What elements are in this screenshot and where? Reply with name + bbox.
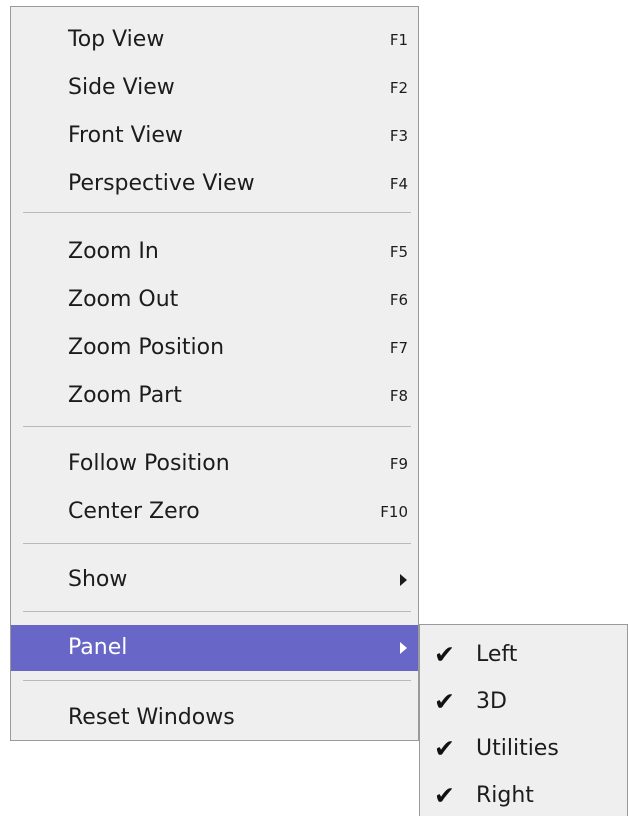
shortcut-label: F1 bbox=[389, 31, 408, 49]
menu-separator bbox=[23, 543, 411, 544]
shortcut-label: F8 bbox=[389, 387, 408, 405]
shortcut-label: F9 bbox=[389, 455, 408, 473]
menu-item-label: Show bbox=[68, 567, 128, 592]
menu-item-label: Side View bbox=[68, 75, 175, 100]
menu-item-label: Perspective View bbox=[68, 171, 255, 196]
checkmark-icon: ✔ bbox=[434, 640, 455, 669]
checkmark-icon: ✔ bbox=[434, 687, 455, 716]
menu-item-label: Top View bbox=[68, 27, 165, 52]
menu-item-label: Zoom Out bbox=[68, 287, 179, 312]
menu-item-side-view[interactable]: Side View F2 bbox=[11, 65, 418, 111]
menu-item-label: Zoom Part bbox=[68, 383, 182, 408]
shortcut-label: F7 bbox=[389, 339, 408, 357]
menu-item-follow-position[interactable]: Follow Position F9 bbox=[11, 441, 418, 487]
view-menu: Top View F1 Side View F2 Front View F3 P… bbox=[10, 6, 419, 741]
shortcut-label: F10 bbox=[380, 503, 408, 521]
menu-separator bbox=[23, 212, 411, 213]
checkmark-icon: ✔ bbox=[434, 734, 455, 763]
submenu-item-label: Utilities bbox=[476, 736, 559, 761]
menu-item-label: Follow Position bbox=[68, 451, 230, 476]
menu-item-reset-windows[interactable]: Reset Windows bbox=[11, 695, 418, 741]
menu-item-label: Zoom In bbox=[68, 239, 159, 264]
menu-item-label: Panel bbox=[68, 635, 128, 660]
shortcut-label: F3 bbox=[389, 127, 408, 145]
checkmark-icon: ✔ bbox=[434, 781, 455, 810]
triangle-right-icon bbox=[400, 574, 407, 586]
submenu-item-utilities[interactable]: ✔ Utilities bbox=[420, 725, 627, 773]
shortcut-label: F2 bbox=[389, 79, 408, 97]
menu-item-label: Reset Windows bbox=[68, 705, 235, 730]
submenu-item-label: Right bbox=[476, 783, 534, 808]
menu-item-zoom-in[interactable]: Zoom In F5 bbox=[11, 229, 418, 275]
submenu-item-right[interactable]: ✔ Right bbox=[420, 772, 627, 820]
menu-separator bbox=[23, 611, 411, 612]
menu-item-label: Center Zero bbox=[68, 499, 200, 524]
shortcut-label: F5 bbox=[389, 243, 408, 261]
panel-submenu: ✔ Left ✔ 3D ✔ Utilities ✔ Right bbox=[419, 624, 628, 816]
triangle-right-icon bbox=[400, 642, 407, 654]
shortcut-label: F4 bbox=[389, 175, 408, 193]
menu-separator bbox=[23, 426, 411, 427]
menu-item-label: Front View bbox=[68, 123, 183, 148]
menu-item-zoom-position[interactable]: Zoom Position F7 bbox=[11, 325, 418, 371]
menu-item-front-view[interactable]: Front View F3 bbox=[11, 113, 418, 159]
submenu-item-left[interactable]: ✔ Left bbox=[420, 631, 627, 679]
submenu-item-3d[interactable]: ✔ 3D bbox=[420, 678, 627, 726]
submenu-item-label: 3D bbox=[476, 689, 507, 714]
menu-item-zoom-out[interactable]: Zoom Out F6 bbox=[11, 277, 418, 323]
shortcut-label: F6 bbox=[389, 291, 408, 309]
menu-item-show[interactable]: Show bbox=[11, 557, 418, 603]
menu-separator bbox=[23, 680, 411, 681]
menu-item-center-zero[interactable]: Center Zero F10 bbox=[11, 489, 418, 535]
menu-item-zoom-part[interactable]: Zoom Part F8 bbox=[11, 373, 418, 419]
menu-item-perspective-view[interactable]: Perspective View F4 bbox=[11, 161, 418, 207]
submenu-item-label: Left bbox=[476, 642, 518, 667]
menu-item-top-view[interactable]: Top View F1 bbox=[11, 17, 418, 63]
menu-item-panel[interactable]: Panel bbox=[11, 625, 418, 671]
menu-item-label: Zoom Position bbox=[68, 335, 225, 360]
